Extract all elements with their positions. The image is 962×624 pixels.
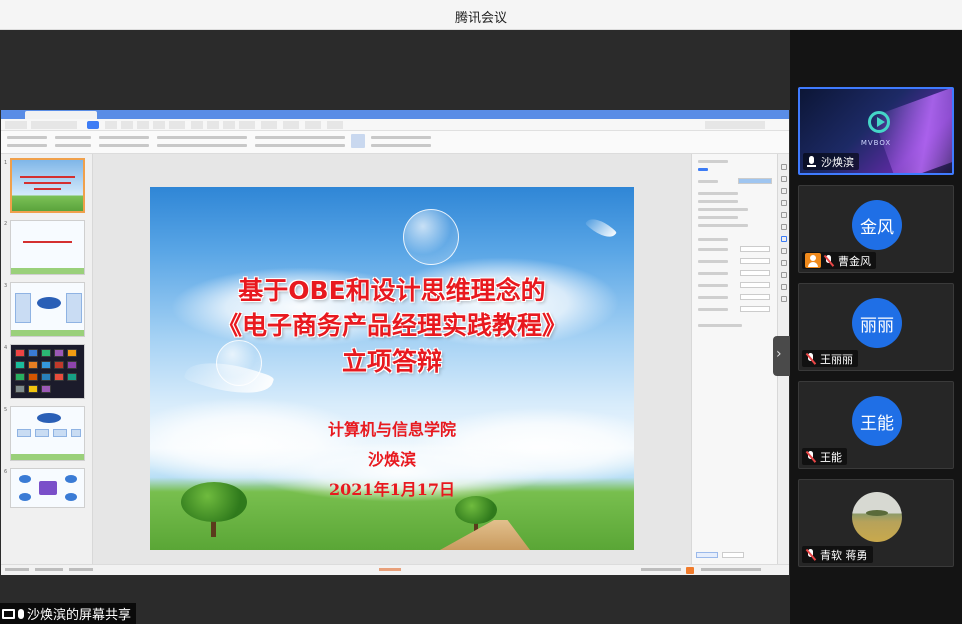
slide-presenter: 沙焕滨 <box>367 450 416 469</box>
participant-list: MVBOX 沙焕滨 金风 曹金风 丽丽 王丽丽 王能 王能 青软 蒋勇 <box>790 30 962 624</box>
avatar <box>852 492 902 542</box>
avatar: 金风 <box>852 200 902 250</box>
slide-canvas[interactable]: 基于OBE和设计思维理念的 《电子商务产品经理实践教程》 立项答辩 计算机与信息… <box>93 154 691 564</box>
slide-thumbnail-3[interactable] <box>10 282 85 337</box>
app-title: 腾讯会议 <box>454 11 507 26</box>
screen-share-text: 沙焕滨的屏幕共享 <box>27 608 132 623</box>
mic-icon <box>18 608 24 619</box>
video-brand: MVBOX <box>860 139 892 147</box>
participant-nameplate: 王丽丽 <box>802 350 858 367</box>
slide-title-line-3: 立项答辩 <box>341 347 442 376</box>
participant-tile-4[interactable]: 王能 王能 <box>798 381 954 469</box>
participant-nameplate: 王能 <box>802 448 847 465</box>
mic-muted-icon <box>805 548 816 561</box>
participant-tile-2[interactable]: 金风 曹金风 <box>798 185 954 273</box>
slide-thumbnail-1[interactable] <box>10 158 85 213</box>
window-titlebar: 腾讯会议 <box>0 0 962 30</box>
wps-doc-tab <box>25 111 97 119</box>
wps-ribbon <box>1 131 789 154</box>
slide-thumbnail-5[interactable] <box>10 406 85 461</box>
participant-name: 王丽丽 <box>820 352 853 366</box>
slideshow-play-button[interactable] <box>686 567 694 574</box>
garden-path <box>440 520 530 550</box>
wps-tab-bar <box>1 110 789 119</box>
slide-title-line-2: 《电子商务产品经理实践教程》 <box>216 311 567 340</box>
wps-menu-bar <box>1 119 789 131</box>
participant-nameplate: 沙焕滨 <box>803 153 859 170</box>
slide-thumbnail-panel[interactable]: 1 2 3 4 5 6 <box>1 154 93 564</box>
slide-college: 计算机与信息学院 <box>327 420 456 439</box>
screen-share-icon <box>2 608 15 619</box>
current-slide: 基于OBE和设计思维理念的 《电子商务产品经理实践教程》 立项答辩 计算机与信息… <box>150 187 634 550</box>
slide-thumbnail-4[interactable] <box>10 344 85 399</box>
participant-tile-5[interactable]: 青软 蒋勇 <box>798 479 954 567</box>
wps-home-tab <box>5 111 19 119</box>
participant-nameplate: 曹金风 <box>802 252 876 269</box>
avatar: 丽丽 <box>852 298 902 348</box>
mic-on-icon <box>806 155 817 168</box>
shared-screen-stage: 1 2 3 4 5 6 基于OBE和设计思维理念的 《电子商务产品经理实践教程》… <box>0 30 790 624</box>
wps-new-tab <box>101 111 107 119</box>
tree-crown <box>181 482 247 522</box>
bubble-decoration <box>403 209 459 265</box>
participant-tile-1[interactable]: MVBOX 沙焕滨 <box>798 87 954 175</box>
collapse-panel-toggle[interactable]: › <box>773 336 790 376</box>
participant-tile-3[interactable]: 丽丽 王丽丽 <box>798 283 954 371</box>
mvbox-logo-icon <box>868 111 890 133</box>
participant-name: 曹金风 <box>838 254 871 268</box>
chevron-right-icon: › <box>776 346 782 362</box>
slide-title-line-1: 基于OBE和设计思维理念的 <box>238 276 546 305</box>
wps-status-bar <box>1 564 789 575</box>
tree-crown <box>455 496 497 524</box>
participant-name: 沙焕滨 <box>821 155 854 169</box>
avatar: 王能 <box>852 396 902 446</box>
participant-name: 王能 <box>820 450 842 464</box>
properties-panel[interactable] <box>691 154 777 564</box>
mic-muted-icon <box>823 254 834 267</box>
feather-decoration <box>585 212 617 244</box>
screen-share-label: 沙焕滨的屏幕共享 <box>0 603 137 624</box>
mic-muted-icon <box>805 352 816 365</box>
slide-thumbnail-6[interactable] <box>10 468 85 508</box>
host-user-icon <box>805 253 821 268</box>
participant-name: 青软 蒋勇 <box>820 548 868 562</box>
shared-presentation-window: 1 2 3 4 5 6 基于OBE和设计思维理念的 《电子商务产品经理实践教程》… <box>1 110 789 575</box>
participant-nameplate: 青软 蒋勇 <box>802 546 873 563</box>
slide-thumbnail-2[interactable] <box>10 220 85 275</box>
mic-muted-icon <box>805 450 816 463</box>
